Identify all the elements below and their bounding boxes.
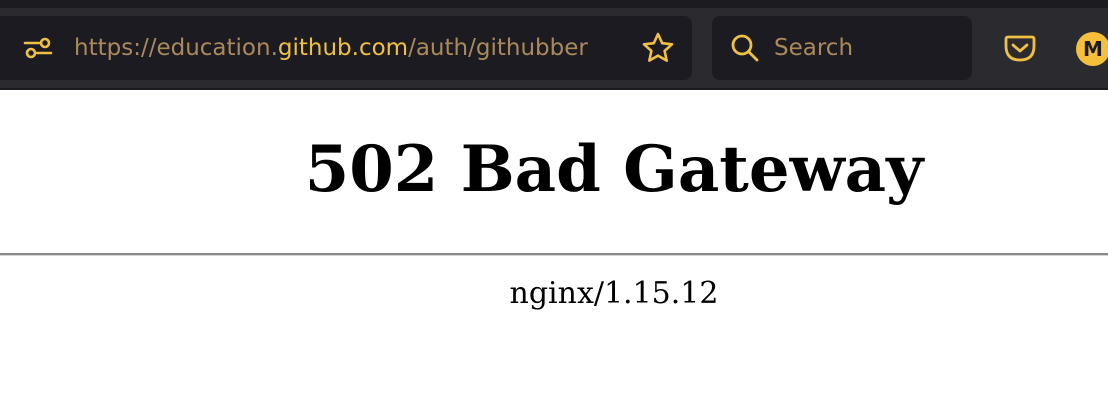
account-button[interactable]: M bbox=[1072, 30, 1108, 66]
server-signature: nginx/1.15.12 bbox=[509, 276, 719, 311]
search-bar[interactable]: Search bbox=[712, 16, 972, 80]
browser-toolbar: https://education.github.com/auth/github… bbox=[0, 0, 1108, 90]
url-host: github.com bbox=[277, 35, 409, 61]
search-icon bbox=[731, 34, 759, 62]
horizontal-rule bbox=[0, 253, 1108, 256]
site-permissions-icon[interactable] bbox=[22, 36, 54, 60]
address-bar[interactable]: https://education.github.com/auth/github… bbox=[0, 16, 692, 80]
star-icon[interactable] bbox=[640, 30, 676, 66]
url-prefix: https://education. bbox=[74, 35, 278, 61]
page-content: 502 Bad Gateway nginx/1.15.12 bbox=[0, 90, 1108, 406]
page-title: 502 Bad Gateway bbox=[304, 132, 924, 207]
url-text[interactable]: https://education.github.com/auth/github… bbox=[74, 31, 588, 65]
tab-strip-edge bbox=[0, 0, 1108, 8]
account-avatar-icon: M bbox=[1076, 32, 1108, 66]
pocket-icon[interactable] bbox=[1000, 28, 1040, 68]
url-path: /auth/githubber bbox=[408, 35, 588, 61]
search-placeholder: Search bbox=[774, 35, 854, 61]
